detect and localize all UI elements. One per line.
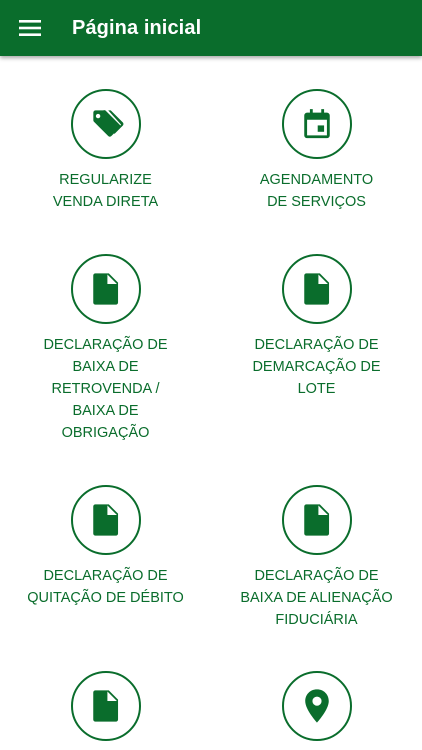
tile-icon-circle [70, 254, 141, 324]
tile-declaracao-baixa-retrovenda[interactable]: DECLARAÇÃO DE BAIXA DE RETROVENDA / BAIX… [0, 254, 211, 444]
tile-icon-circle [70, 89, 141, 159]
tile-icon-circle [281, 254, 352, 324]
tile-label-line: OBRIGAÇÃO [61, 425, 150, 441]
tile-label-line: BAIXA DE ALIENAÇÃO [240, 590, 393, 606]
tile-label-line: AGENDAMENTO [259, 172, 374, 188]
document-icon [303, 504, 329, 536]
tile-label-line: DECLARAÇÃO DE [254, 337, 379, 353]
tile-label: DECLARAÇÃO DE BAIXA DE RETROVENDA / BAIX… [21, 334, 191, 444]
tile-label-line: DE SERVIÇOS [267, 194, 366, 210]
tile-label: REGULARIZE VENDA DIRETA [21, 169, 191, 213]
tile-document-partial[interactable] [0, 671, 211, 741]
tile-label-line: VENDA DIRETA [52, 194, 159, 210]
tile-label-line: DECLARAÇÃO DE [43, 337, 168, 353]
tile-icon-circle [281, 485, 352, 555]
tile-label-line: REGULARIZE [59, 172, 152, 188]
tile-icon-circle [281, 89, 352, 159]
tile-label-line: LOTE [297, 381, 336, 397]
tile-label-line: QUITAÇÃO DE DÉBITO [27, 590, 184, 606]
tile-label: AGENDAMENTO DE SERVIÇOS [232, 169, 402, 213]
tile-label-line: DECLARAÇÃO DE [43, 568, 168, 584]
services-grid: REGULARIZE VENDA DIRETA AGENDAMENTO DE S… [0, 56, 422, 750]
tile-label-line: BAIXA DE [72, 403, 139, 419]
tile-label-line: DECLARAÇÃO DE [254, 568, 379, 584]
menu-button[interactable] [10, 8, 50, 48]
page-title: Página inicial [72, 17, 202, 39]
tile-label: DECLARAÇÃO DE QUITAÇÃO DE DÉBITO [21, 565, 191, 609]
tile-icon-circle [281, 671, 352, 741]
tile-label-line: RETROVENDA / [51, 381, 160, 397]
tile-icon-circle [70, 485, 141, 555]
tile-declaracao-demarcacao-lote[interactable]: DECLARAÇÃO DE DEMARCAÇÃO DE LOTE [211, 254, 422, 400]
app-bar: Página inicial [0, 0, 422, 56]
hamburger-menu-icon [19, 20, 41, 36]
document-icon [92, 273, 118, 305]
tile-location-partial[interactable] [211, 671, 422, 741]
tile-regularize-venda-direta[interactable]: REGULARIZE VENDA DIRETA [0, 89, 211, 213]
tile-label-line: FIDUCIÁRIA [275, 612, 358, 628]
tile-label-line: DEMARCAÇÃO DE [252, 359, 381, 375]
document-icon [303, 273, 329, 305]
document-icon [92, 504, 118, 536]
tile-label: DECLARAÇÃO DE DEMARCAÇÃO DE LOTE [232, 334, 402, 400]
document-icon [92, 690, 118, 722]
tile-agendamento-de-servicos[interactable]: AGENDAMENTO DE SERVIÇOS [211, 89, 422, 213]
tile-icon-circle [70, 671, 141, 741]
tile-declaracao-baixa-alienacao[interactable]: DECLARAÇÃO DE BAIXA DE ALIENAÇÃO FIDUCIÁ… [211, 485, 422, 631]
tile-label-line: BAIXA DE [72, 359, 139, 375]
calendar-icon [303, 109, 330, 139]
tile-declaracao-quitacao-debito[interactable]: DECLARAÇÃO DE QUITAÇÃO DE DÉBITO [0, 485, 211, 609]
tile-label: DECLARAÇÃO DE BAIXA DE ALIENAÇÃO FIDUCIÁ… [232, 565, 402, 631]
tag-icon [92, 110, 123, 137]
location-pin-icon [304, 689, 329, 723]
